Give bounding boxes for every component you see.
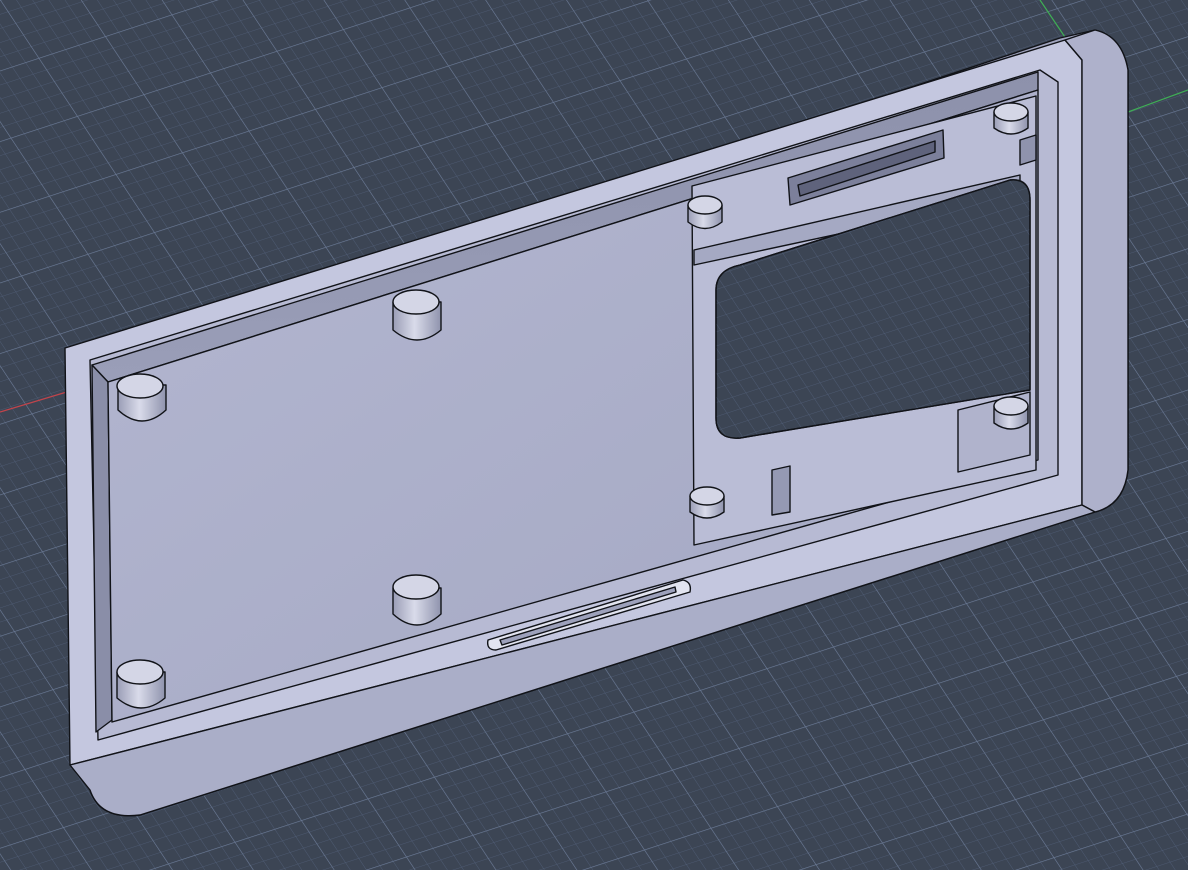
boss-6 [993, 102, 1029, 135]
cad-3d-viewport[interactable] [0, 0, 1188, 870]
boss-4 [116, 659, 166, 709]
boss-2 [392, 289, 442, 341]
viewport-canvas[interactable] [0, 0, 1188, 870]
boss-7 [993, 396, 1029, 430]
boss-1 [116, 373, 167, 422]
lower-divider [771, 465, 791, 516]
notch-top-right [1019, 134, 1037, 166]
boss-3 [392, 574, 442, 626]
boss-5 [687, 195, 723, 230]
boss-8 [689, 486, 725, 519]
